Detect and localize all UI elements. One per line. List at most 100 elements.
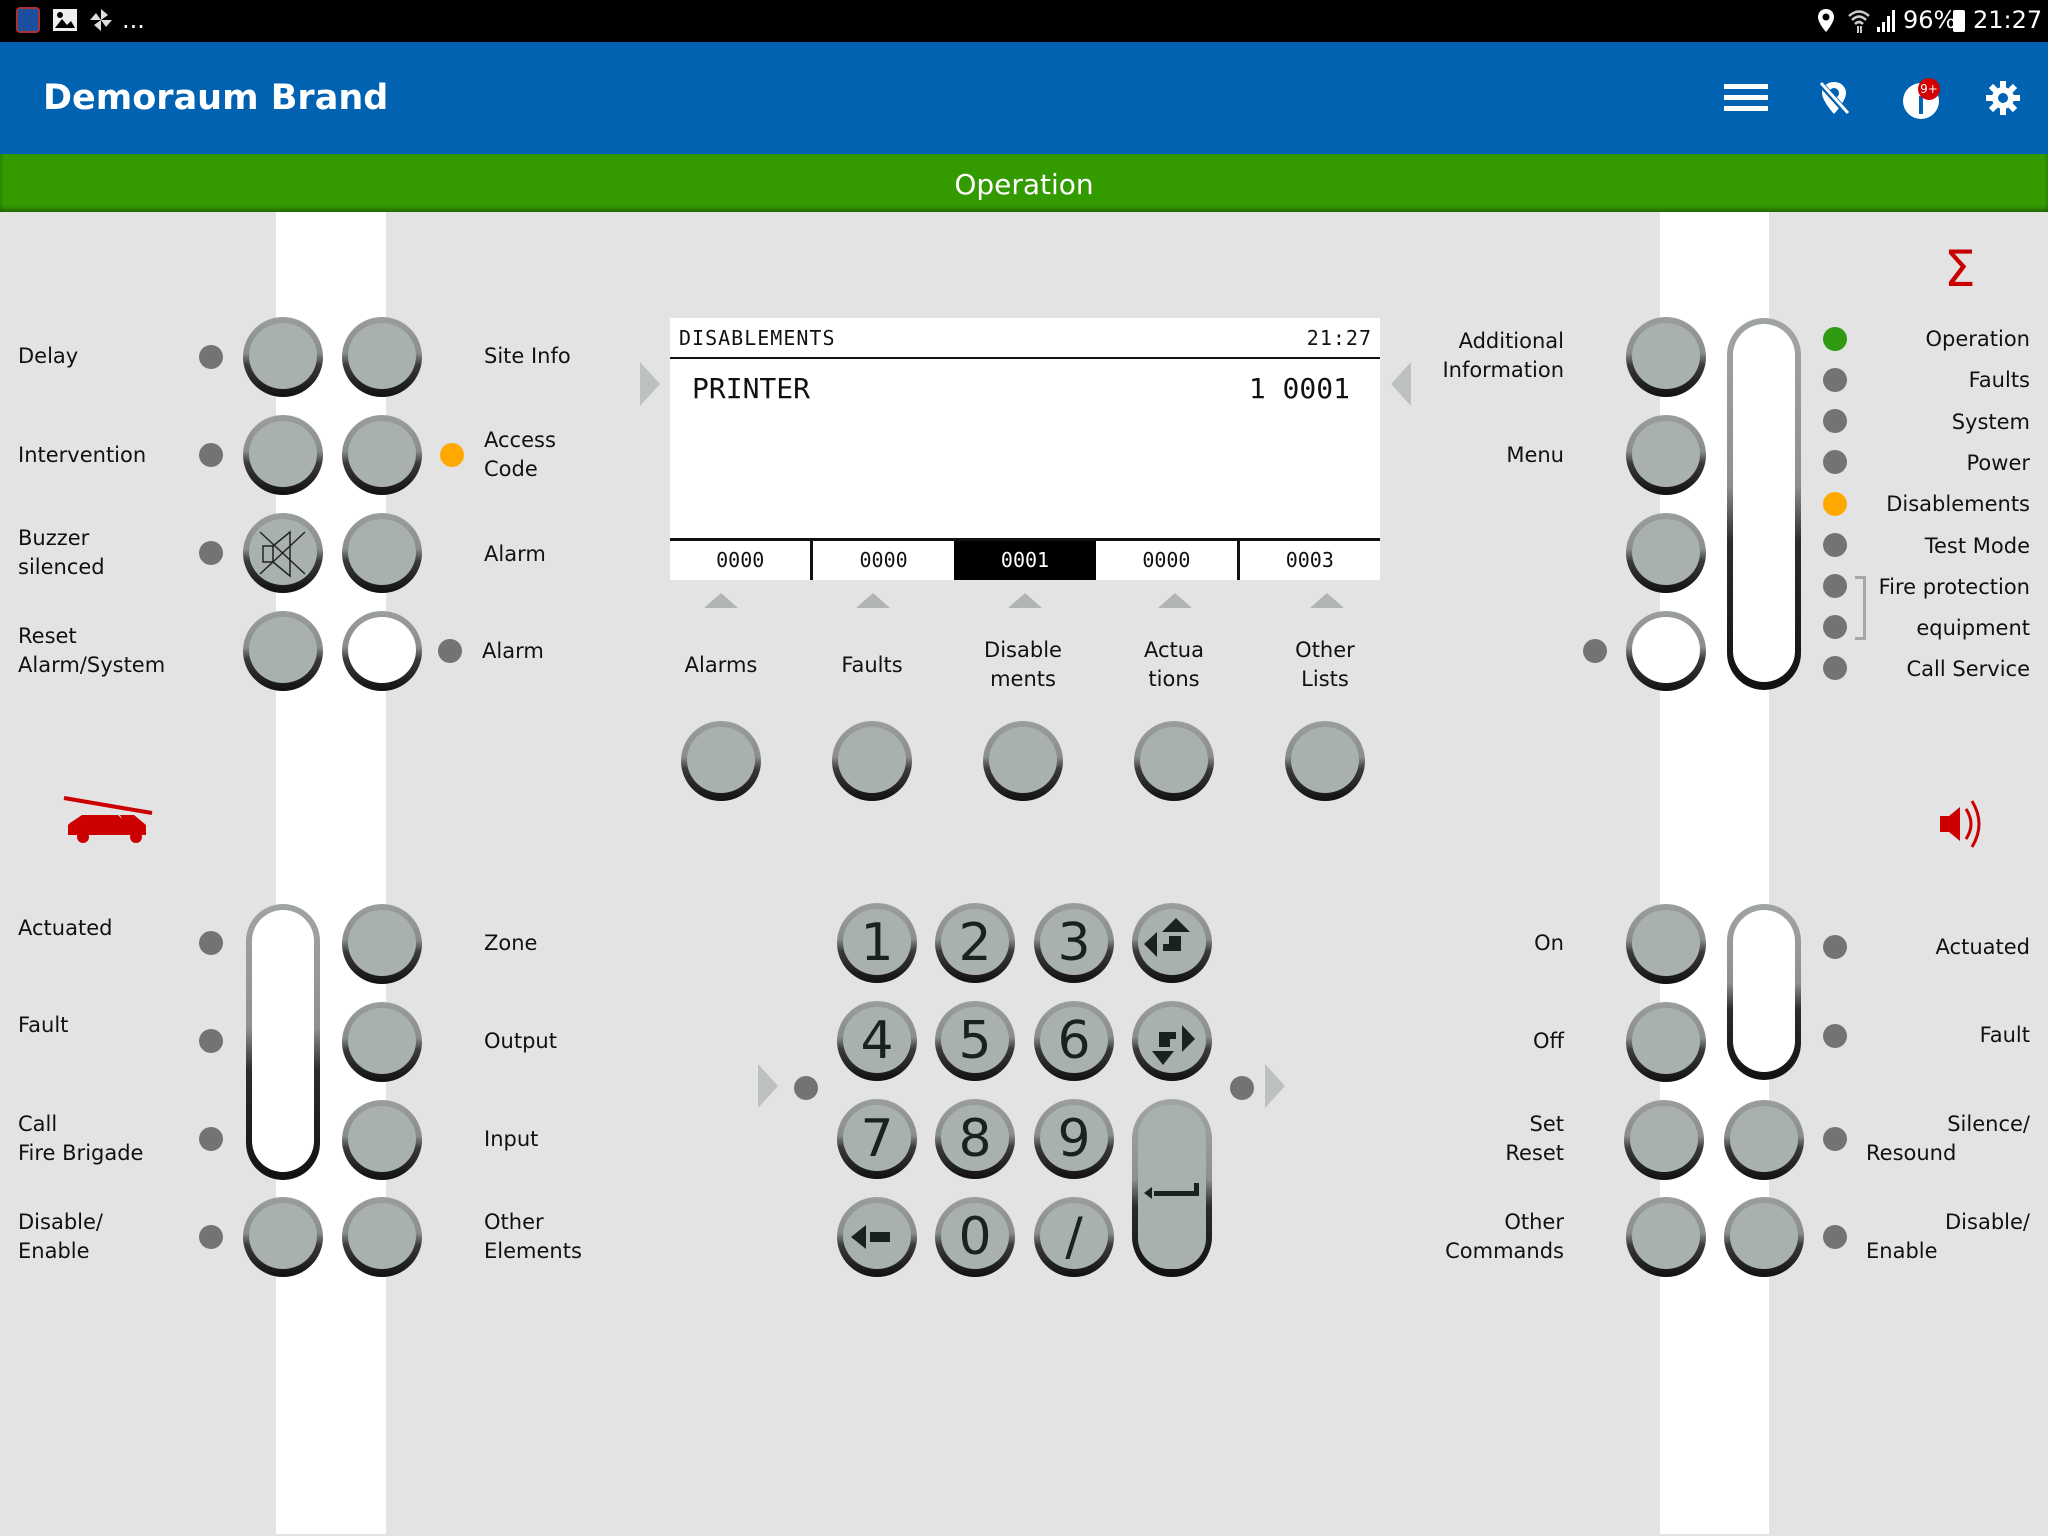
disable-enable-button[interactable] [243,1197,323,1277]
input-label: Input [484,1127,539,1151]
enter-icon [1144,1183,1199,1199]
menu-button-panel[interactable] [1626,415,1706,495]
system-status-bar: ... 96% 21:27 [0,0,2048,42]
fault-led [199,1029,223,1053]
key-6[interactable]: 6 [1034,1001,1114,1081]
call-service-status-label: Call Service [1906,657,2031,681]
other-lists-button[interactable] [1285,721,1365,801]
additional-information-button[interactable] [1626,317,1706,397]
silence-resound-button[interactable] [1724,1100,1804,1180]
faults-status-label: Faults [1968,368,2030,392]
settings-button[interactable] [1985,80,2021,116]
key-7[interactable]: 7 [837,1099,917,1179]
key-8[interactable]: 8 [935,1099,1015,1179]
alarms-label: Alarms [684,653,758,677]
actuations-counter[interactable]: 0000 [1096,541,1240,580]
sounder-disable-enable-button[interactable] [1724,1197,1804,1277]
actuations-pointer [1158,593,1192,608]
gallery-icon [53,9,77,31]
other-commands-button[interactable] [1626,1197,1706,1277]
other-lists-counter[interactable]: 0003 [1240,541,1380,580]
on-label: On [1534,931,1564,955]
faults-counter[interactable]: 0000 [813,541,953,580]
actuated-led [199,931,223,955]
faults-button[interactable] [832,721,912,801]
access-code-button[interactable] [342,415,422,495]
off-label: Off [1533,1029,1564,1053]
settings-icon [1986,81,2020,115]
key-0[interactable]: 0 [935,1197,1015,1277]
disable-enable-label-box: Disable/ Enable [1866,1208,2030,1268]
zone-label: Zone [484,931,538,955]
enter-button[interactable] [1132,1099,1212,1277]
blank-function-button[interactable] [1626,513,1706,593]
on-button[interactable] [1626,904,1706,984]
display-entry-label: PRINTER [692,372,811,405]
signal-icon [1877,10,1895,32]
sounder-icon [1940,800,1981,848]
keypad-left-arrow [758,1064,778,1108]
keypad-right-led [1230,1076,1254,1100]
location-off-icon [1817,80,1851,117]
key-5[interactable]: 5 [935,1001,1015,1081]
alarm-indicator-button[interactable] [342,611,422,691]
alarm-label: Alarm [484,542,546,566]
site-info-button[interactable] [342,317,422,397]
wifi-icon [1848,10,1870,33]
buzzer-silenced-led [199,541,223,565]
other-commands-label: Other Commands [1445,1210,1564,1263]
delay-label: Delay [18,344,79,368]
display-left-arrow [640,362,660,406]
delay-led [199,345,223,369]
key-9[interactable]: 9 [1034,1099,1114,1179]
test-mode-status-label: Test Mode [1924,534,2030,558]
disablements-label: Disable ments [984,638,1062,691]
delay-button[interactable] [243,317,323,397]
input-button[interactable] [342,1100,422,1180]
key-4[interactable]: 4 [837,1001,917,1081]
nav-down-right-button[interactable] [1132,1001,1212,1081]
left-button-strip [276,212,386,1534]
nav-up-left-button[interactable] [1132,903,1212,983]
location-off-button[interactable] [1817,80,1851,117]
backspace-button[interactable] [837,1197,917,1277]
alarms-pointer [704,593,738,608]
key-2[interactable]: 2 [935,903,1015,983]
system-status-label: System [1951,410,2030,434]
notification-badge: 9+ [1918,78,1940,100]
indicator-button-led [1583,639,1607,663]
disablements-status-label: Disablements [1886,492,2030,516]
zone-button[interactable] [342,904,422,984]
site-info-label: Site Info [484,344,571,368]
key-3[interactable]: 3 [1034,903,1114,983]
disablements-button[interactable] [983,721,1063,801]
indicator-button[interactable] [1626,611,1706,691]
other-elements-label: Other Elements [484,1210,582,1263]
key-slash[interactable]: / [1034,1197,1114,1277]
actuations-button[interactable] [1134,721,1214,801]
faults-pointer [856,593,890,608]
reset-alarm-system-button[interactable] [243,611,323,691]
sounder-disable-enable-led [1823,1225,1847,1249]
counter-row: 0000 0000 0001 0000 0003 [670,541,1380,580]
alarms-counter[interactable]: 0000 [670,541,814,580]
buzzer-silence-button[interactable] [243,513,323,593]
output-label: Output [484,1029,557,1053]
intervention-button[interactable] [243,415,323,495]
disablements-counter[interactable]: 0001 [953,541,1097,580]
pinwheel-icon [90,9,112,31]
other-lists-label: Other Lists [1295,638,1355,691]
output-button[interactable] [342,1002,422,1082]
key-1[interactable]: 1 [837,903,917,983]
alarms-button[interactable] [681,721,761,801]
disable-enable-led [199,1225,223,1249]
other-elements-button[interactable] [342,1197,422,1277]
battery-icon [1953,10,1965,32]
notifications-button[interactable]: 9+ [1900,78,1944,120]
backspace-icon [851,1225,890,1249]
location-icon [1818,9,1834,32]
alarm-button[interactable] [342,513,422,593]
menu-button[interactable] [1724,82,1768,114]
set-reset-button[interactable] [1624,1100,1704,1180]
off-button[interactable] [1626,1002,1706,1082]
